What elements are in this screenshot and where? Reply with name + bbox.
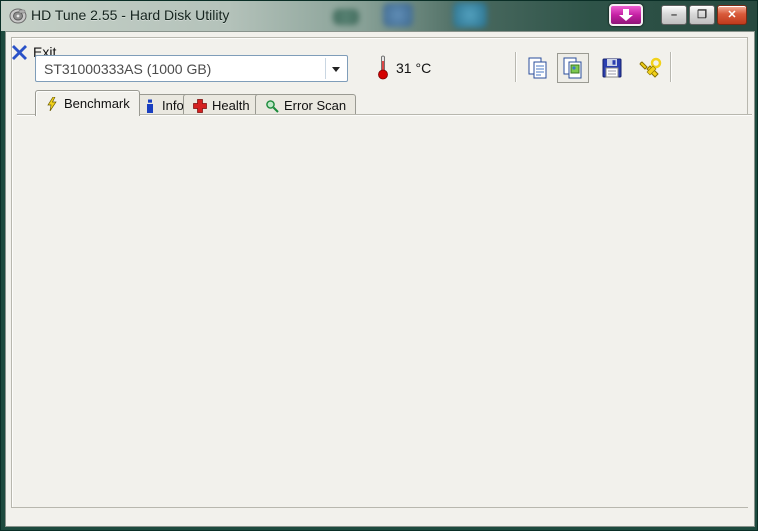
lightning-icon xyxy=(47,96,57,111)
temperature-value: 31 °C xyxy=(396,60,432,76)
desktop-blob xyxy=(453,2,487,28)
hard-disk-icon xyxy=(9,8,27,24)
thermometer-icon xyxy=(378,55,388,80)
title-bar: HD Tune 2.55 - Hard Disk Utility – ❐ ✕ xyxy=(1,1,757,31)
maximize-icon: ❐ xyxy=(697,8,707,21)
client-area: ST31000333AS (1000 GB) 31 °C Exit Benchm… xyxy=(5,31,755,527)
tab-benchmark-label: Benchmark xyxy=(64,96,130,111)
copy-icon xyxy=(528,57,547,79)
drive-select-value: ST31000333AS (1000 GB) xyxy=(44,60,212,77)
options-button[interactable] xyxy=(636,54,664,82)
toolbar-separator xyxy=(515,52,516,82)
main-panel: ST31000333AS (1000 GB) 31 °C Exit Benchm… xyxy=(11,37,752,508)
desktop-blob xyxy=(333,9,359,25)
tab-health[interactable]: Health xyxy=(183,94,260,116)
toolbar-separator xyxy=(670,52,671,82)
minimize-button[interactable]: – xyxy=(661,5,687,25)
copy-button[interactable] xyxy=(524,54,552,82)
drive-select[interactable]: ST31000333AS (1000 GB) xyxy=(35,55,348,82)
tab-errorscan-label: Error Scan xyxy=(284,98,347,113)
red-cross-icon xyxy=(193,98,207,113)
down-arrow-icon xyxy=(619,9,633,21)
close-icon: ✕ xyxy=(727,8,737,21)
tab-content-panel xyxy=(17,115,752,507)
maximize-button[interactable]: ❐ xyxy=(689,5,715,25)
exit-icon xyxy=(12,44,27,60)
copy-screenshot-button[interactable] xyxy=(557,53,589,83)
save-icon xyxy=(602,58,622,78)
window-title: HD Tune 2.55 - Hard Disk Utility xyxy=(31,7,230,23)
close-button[interactable]: ✕ xyxy=(717,5,747,25)
capture-button[interactable] xyxy=(609,4,643,26)
copy-screenshot-icon xyxy=(563,57,582,79)
info-icon xyxy=(147,99,153,113)
desktop-blob xyxy=(383,3,413,27)
tab-benchmark[interactable]: Benchmark xyxy=(35,90,140,116)
wrench-icon xyxy=(639,57,662,78)
tab-health-label: Health xyxy=(212,98,250,113)
magnifier-icon xyxy=(266,99,279,113)
minimize-icon: – xyxy=(670,8,678,21)
save-button[interactable] xyxy=(598,54,626,82)
app-window: HD Tune 2.55 - Hard Disk Utility – ❐ ✕ S… xyxy=(0,0,758,531)
chevron-down-icon[interactable] xyxy=(325,58,345,79)
tab-info-label: Info xyxy=(162,98,184,113)
tab-errorscan[interactable]: Error Scan xyxy=(255,94,357,116)
